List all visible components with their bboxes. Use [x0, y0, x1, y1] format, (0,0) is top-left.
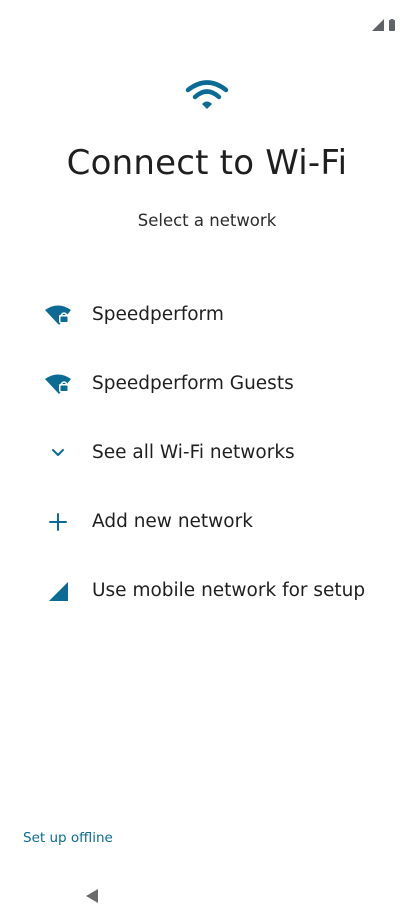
use-mobile-network-item[interactable]: Use mobile network for setup: [0, 556, 414, 625]
cellular-signal-icon: [372, 16, 384, 35]
network-item-speedperform-guests[interactable]: Speedperform Guests: [0, 349, 414, 418]
set-up-offline-link[interactable]: Set up offline: [23, 830, 113, 846]
back-icon[interactable]: [82, 884, 102, 908]
network-item-label: Speedperform: [92, 304, 224, 325]
wifi-icon: [185, 78, 229, 116]
page-subtitle: Select a network: [137, 211, 277, 230]
network-list: Speedperform Speedperform Guests See all…: [0, 280, 414, 625]
status-bar: [0, 0, 414, 44]
wifi-locked-icon: [44, 370, 72, 398]
status-icons: [372, 16, 396, 35]
use-mobile-network-label: Use mobile network for setup: [92, 580, 366, 601]
chevron-down-icon: [44, 439, 72, 467]
battery-icon: [388, 16, 396, 35]
wifi-header-icon-wrap: [0, 78, 414, 116]
navigation-bar: [0, 872, 414, 920]
add-network-label: Add new network: [92, 511, 253, 532]
page-title: Connect to Wi-Fi: [66, 143, 348, 183]
add-network-item[interactable]: Add new network: [0, 487, 414, 556]
network-item-label: Speedperform Guests: [92, 373, 294, 394]
mobile-signal-icon: [44, 577, 72, 605]
see-all-networks-label: See all Wi-Fi networks: [92, 442, 295, 463]
wifi-locked-icon: [44, 301, 72, 329]
network-item-speedperform[interactable]: Speedperform: [0, 280, 414, 349]
plus-icon: [44, 508, 72, 536]
see-all-networks-item[interactable]: See all Wi-Fi networks: [0, 418, 414, 487]
